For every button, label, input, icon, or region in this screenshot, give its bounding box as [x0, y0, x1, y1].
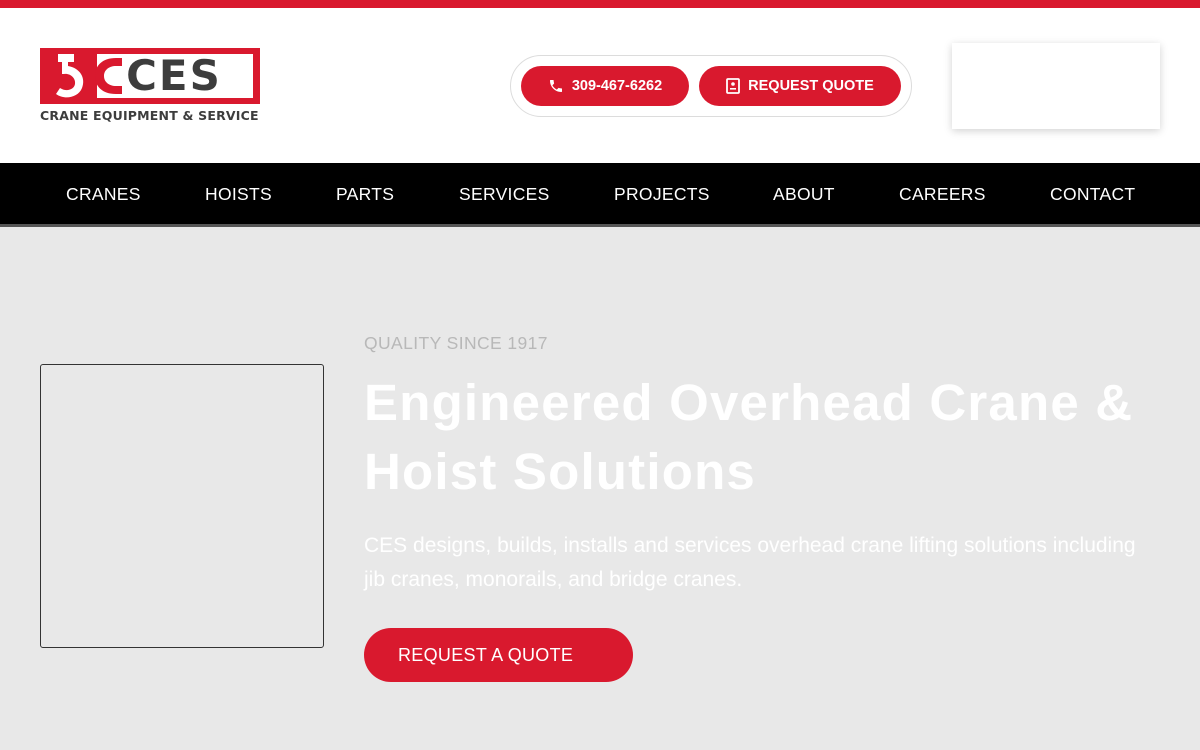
nav-item-contact[interactable]: CONTACT [1050, 163, 1135, 227]
hero-title: Engineered Overhead Crane & Hoist Soluti… [364, 374, 1134, 500]
request-a-quote-button[interactable]: REQUEST A QUOTE [364, 628, 633, 682]
nav-item-cranes[interactable]: CRANES [66, 163, 141, 227]
nav-item-about[interactable]: ABOUT [773, 163, 835, 227]
phone-number: 309-467-6262 [571, 78, 663, 94]
main-nav: CRANES HOISTS PARTS SERVICES PROJECTS AB… [0, 163, 1200, 227]
phone-button[interactable]: 309-467-6262 [521, 66, 689, 106]
phone-icon [548, 78, 564, 94]
ces-logo-mark: CES [40, 48, 260, 104]
header-cta-group: 309-467-6262 REQUEST QUOTE [510, 55, 912, 117]
document-icon [726, 78, 741, 94]
request-quote-button[interactable]: REQUEST QUOTE [699, 66, 901, 106]
hero-image-placeholder [40, 364, 324, 648]
site-logo[interactable]: CES CRANE EQUIPMENT & SERVICE [40, 48, 262, 126]
site-header: CES CRANE EQUIPMENT & SERVICE 309-467-62… [0, 8, 1200, 163]
hero-section: QUALITY SINCE 1917 Engineered Overhead C… [0, 230, 1200, 750]
hero-description: CES designs, builds, installs and servic… [364, 534, 1136, 591]
hero-eyebrow: QUALITY SINCE 1917 [364, 333, 548, 353]
top-accent-bar [0, 0, 1200, 8]
nav-item-parts[interactable]: PARTS [336, 163, 394, 227]
logo-tagline: CRANE EQUIPMENT & SERVICE [40, 108, 259, 123]
header-badge-card [952, 43, 1160, 129]
nav-item-projects[interactable]: PROJECTS [614, 163, 710, 227]
logo-text: CES [126, 51, 222, 100]
nav-item-careers[interactable]: CAREERS [899, 163, 986, 227]
nav-item-hoists[interactable]: HOISTS [205, 163, 272, 227]
nav-item-services[interactable]: SERVICES [459, 163, 550, 227]
request-quote-label: REQUEST QUOTE [748, 78, 874, 94]
